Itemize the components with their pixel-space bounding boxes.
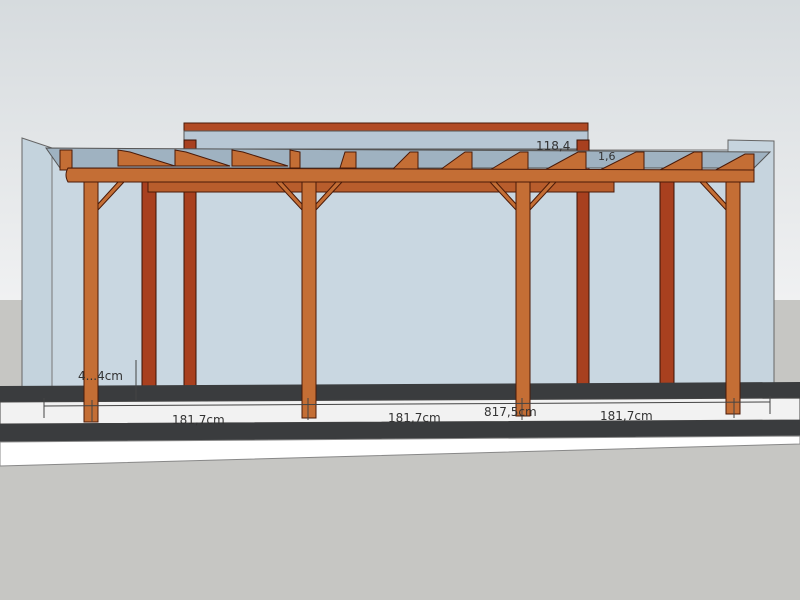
glass-side-left	[21, 137, 53, 399]
pergola-model: 118,4 1,6 4...4cm 181,7cm 181,7cm 817,5c…	[0, 0, 800, 600]
dimension-depth-label-2: 1,6	[598, 150, 616, 163]
dimension-span-label: 181,7cm	[388, 411, 441, 425]
dimension-span-label: 181,7cm	[172, 413, 225, 427]
dimension-depth-label: 118,4	[536, 139, 570, 153]
back-glass-strip	[183, 130, 589, 150]
dimension-span-label: 181,7cm	[600, 409, 653, 423]
dimension-height-label: 4...4cm	[78, 369, 123, 383]
back-post	[141, 181, 157, 401]
model-viewport[interactable]: 118,4 1,6 4...4cm 181,7cm 181,7cm 817,5c…	[0, 0, 800, 600]
dimension-overall-label: 817,5cm	[484, 405, 537, 419]
back-post	[659, 181, 675, 401]
front-beam	[65, 167, 755, 183]
